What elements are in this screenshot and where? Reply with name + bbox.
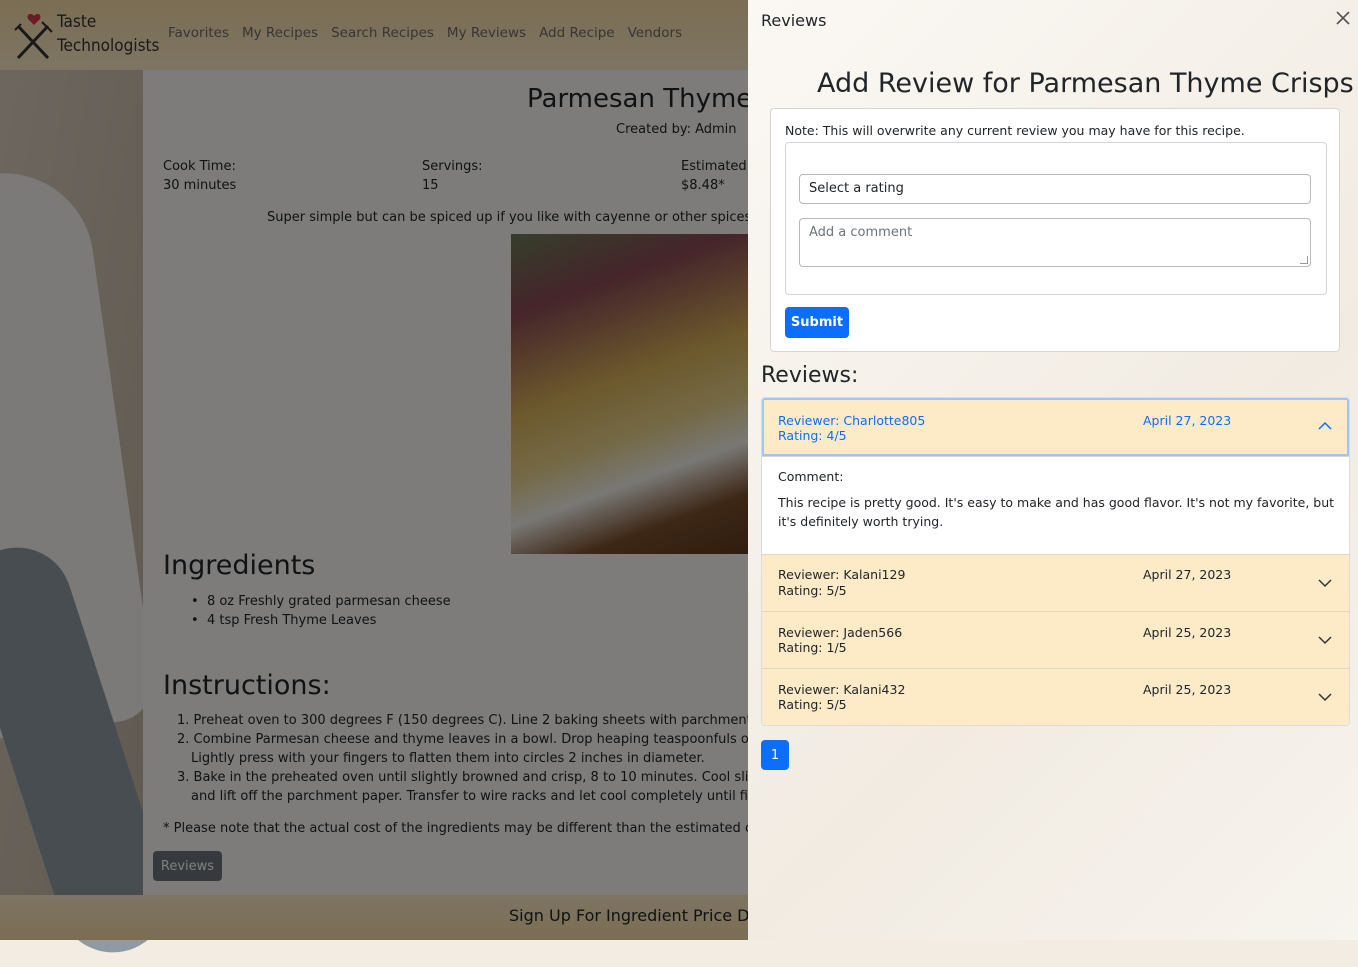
review-rating: Rating: 4/5 — [778, 428, 847, 443]
review-rating: Rating: 5/5 — [778, 583, 847, 598]
comment-placeholder: Add a comment — [809, 225, 913, 240]
review-header-charlotte805[interactable]: Reviewer: Charlotte805 Rating: 4/5 April… — [762, 398, 1349, 457]
reviewer-name: Reviewer: Kalani129 — [778, 567, 906, 582]
reviews-panel: Reviews Add Review for Parmesan Thyme Cr… — [748, 0, 1358, 940]
add-review-card: Note: This will overwrite any current re… — [770, 108, 1340, 352]
review-body-charlotte805: Comment: This recipe is pretty good. It'… — [762, 457, 1349, 555]
chevron-down-icon — [1318, 579, 1332, 588]
review-rating: Rating: 1/5 — [778, 640, 847, 655]
comment-textarea[interactable]: Add a comment — [799, 218, 1311, 267]
overwrite-note: Note: This will overwrite any current re… — [785, 123, 1245, 138]
reviewer-name: Reviewer: Kalani432 — [778, 682, 906, 697]
comment-label: Comment: — [778, 469, 844, 484]
review-date: April 25, 2023 — [1143, 625, 1232, 640]
pagination-page-1[interactable]: 1 — [761, 740, 789, 770]
resize-handle-icon[interactable] — [1300, 256, 1308, 264]
review-comment: This recipe is pretty good. It's easy to… — [778, 495, 1335, 529]
chevron-up-icon — [1318, 421, 1332, 430]
panel-title: Reviews — [761, 11, 827, 30]
review-rating: Rating: 5/5 — [778, 697, 847, 712]
add-review-title: Add Review for Parmesan Thyme Crisps — [817, 68, 1354, 99]
reviewer-name: Reviewer: Charlotte805 — [778, 413, 926, 428]
chevron-down-icon — [1318, 693, 1332, 702]
submit-button[interactable]: Submit — [785, 307, 849, 338]
review-header-kalani129[interactable]: Reviewer: Kalani129 Rating: 5/5 April 27… — [762, 555, 1349, 612]
review-date: April 27, 2023 — [1143, 413, 1232, 428]
review-date: April 25, 2023 — [1143, 682, 1232, 697]
close-x-glyph — [1336, 11, 1350, 25]
reviews-heading: Reviews: — [761, 363, 859, 388]
reviews-accordion: Reviewer: Charlotte805 Rating: 4/5 April… — [761, 397, 1350, 726]
chevron-down-icon — [1318, 636, 1332, 645]
review-form: Select a rating Add a comment — [785, 142, 1327, 295]
reviewer-name: Reviewer: Jaden566 — [778, 625, 903, 640]
rating-select[interactable]: Select a rating — [799, 174, 1311, 204]
close-icon[interactable] — [1333, 10, 1353, 30]
review-header-kalani432[interactable]: Reviewer: Kalani432 Rating: 5/5 April 25… — [762, 669, 1349, 725]
review-date: April 27, 2023 — [1143, 567, 1232, 582]
review-header-jaden566[interactable]: Reviewer: Jaden566 Rating: 1/5 April 25,… — [762, 612, 1349, 669]
